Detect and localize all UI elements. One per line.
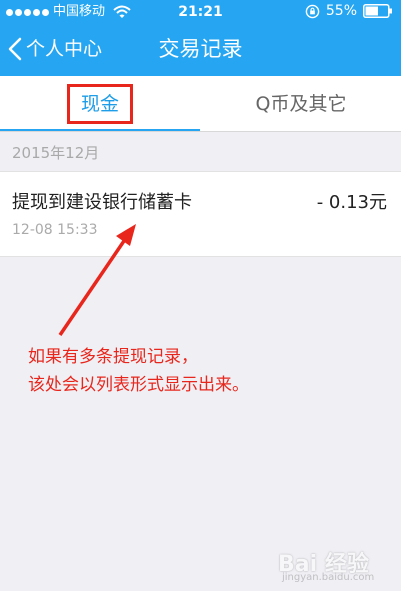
tab-qcoin-and-others[interactable]: Q币及其它	[201, 76, 401, 132]
rotation-lock-icon	[305, 4, 320, 18]
transaction-row[interactable]: 提现到建设银行储蓄卡 - 0.13元 12-08 15:33	[0, 171, 401, 257]
annotation-line-1: 如果有多条提现记录，	[28, 347, 198, 367]
transaction-amount: - 0.13元	[316, 192, 387, 213]
status-right: 55%	[305, 3, 393, 19]
transaction-time: 12-08 15:33	[12, 222, 98, 238]
transaction-title: 提现到建设银行储蓄卡	[12, 192, 192, 213]
status-bar: 中国移动 21:21 55%	[0, 0, 401, 24]
battery-percentage: 55%	[325, 3, 357, 19]
annotation-highlight-box	[67, 84, 133, 124]
watermark-url: jingyan.baidu.com	[282, 572, 375, 583]
nav-bar: 个人中心 交易记录	[0, 24, 401, 76]
tab-qcoin-label: Q币及其它	[255, 93, 347, 115]
tab-bar: 现金 Q币及其它	[0, 76, 401, 132]
battery-icon	[363, 4, 392, 18]
page-title: 交易记录	[158, 37, 243, 61]
annotation-line-2: 该处会以列表形式显示出来。	[28, 375, 249, 395]
month-section-header: 2015年12月	[0, 132, 401, 170]
app-header: 中国移动 21:21 55% 个人中心 交易记录	[0, 0, 401, 76]
baidu-watermark: Bai 经验 jingyan.baidu.com	[278, 540, 396, 588]
annotation-text: 如果有多条提现记录， 该处会以列表形式显示出来。	[28, 343, 398, 399]
